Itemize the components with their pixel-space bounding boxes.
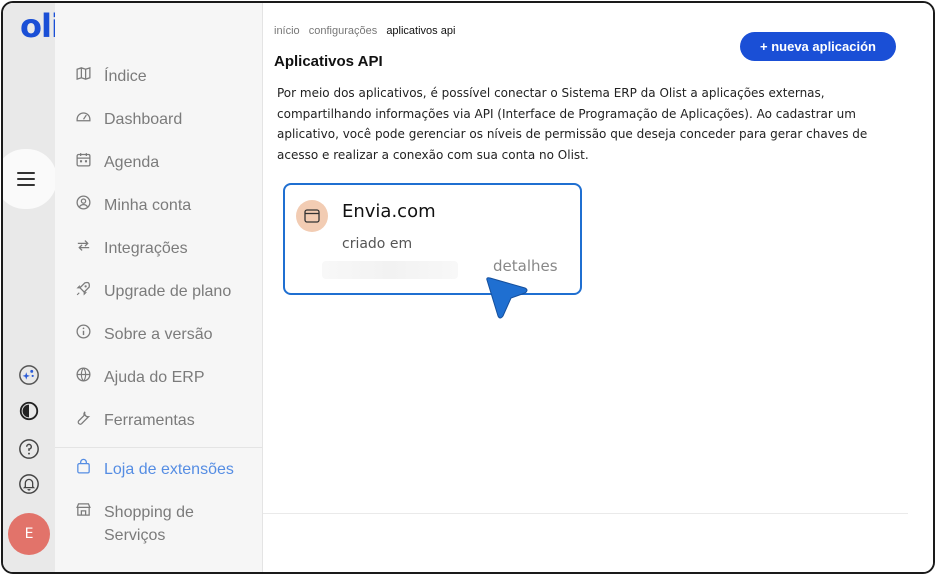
sidebar-item-label: Shopping de Serviços	[104, 504, 194, 544]
sidebar-item-label: Sobre a versão	[104, 326, 213, 343]
hamburger-icon	[17, 172, 35, 186]
help-icon[interactable]	[17, 437, 41, 461]
page-title: Aplicativos API	[274, 53, 383, 70]
breadcrumb-current: aplicativos api	[386, 25, 456, 37]
sidebar-item-label: Índice	[104, 68, 147, 85]
info-icon	[75, 323, 95, 343]
breadcrumb-configuracoes[interactable]: configurações	[309, 25, 378, 37]
icon-rail: olist E	[3, 3, 94, 572]
menu-toggle-button[interactable]	[3, 149, 57, 209]
sidebar-item-shopping-servicos[interactable]: Shopping de Serviços	[75, 501, 215, 547]
arrows-icon	[75, 237, 95, 257]
sidebar-item-indice[interactable]: Índice	[75, 65, 147, 88]
pointer-cursor-icon	[486, 277, 528, 319]
user-icon	[75, 194, 95, 214]
user-avatar[interactable]: E	[8, 513, 50, 555]
app-name: Envia.com	[342, 201, 436, 222]
sidebar-item-loja-extensoes[interactable]: Loja de extensões	[75, 458, 234, 481]
app-created-label: criado em	[342, 236, 413, 252]
sidebar-item-label: Dashboard	[104, 111, 183, 128]
sidebar-item-label: Agenda	[104, 154, 160, 171]
sidebar-item-label: Upgrade de plano	[104, 283, 232, 300]
breadcrumb-inicio[interactable]: início	[274, 25, 300, 37]
sidebar-item-label: Minha conta	[104, 197, 192, 214]
details-link[interactable]: detalhes	[493, 257, 558, 275]
sidebar-item-label: Integrações	[104, 240, 188, 257]
sidebar-item-minha-conta[interactable]: Minha conta	[75, 194, 191, 217]
page-description: Por meio dos aplicativos, é possível con…	[277, 86, 868, 162]
nav-divider	[55, 447, 263, 448]
sidebar-item-dashboard[interactable]: Dashboard	[75, 108, 182, 131]
app-window: olist E Índice Dashboard	[1, 1, 935, 574]
map-icon	[75, 65, 95, 85]
globe-icon	[75, 366, 95, 386]
app-card[interactable]: Envia.com criado em detalhes	[283, 183, 582, 295]
store-icon	[75, 501, 95, 521]
sidebar-item-ferramentas[interactable]: Ferramentas	[75, 409, 195, 432]
sidebar-item-sobre[interactable]: Sobre a versão	[75, 323, 213, 346]
sidebar-item-label: Loja de extensões	[104, 461, 234, 478]
browser-window-icon	[296, 200, 328, 232]
main-content: início configurações aplicativos api Apl…	[263, 3, 933, 572]
sidebar-item-agenda[interactable]: Agenda	[75, 151, 159, 174]
sidebar: Índice Dashboard Agenda Minha conta Inte…	[55, 3, 263, 572]
sparkle-icon[interactable]	[17, 363, 41, 387]
new-application-button[interactable]: + nueva aplicación	[740, 32, 896, 61]
breadcrumb: início configurações aplicativos api	[274, 25, 461, 37]
rocket-icon	[75, 280, 95, 300]
sidebar-item-ajuda[interactable]: Ajuda do ERP	[75, 366, 205, 389]
contrast-icon[interactable]	[17, 399, 41, 423]
bell-icon[interactable]	[17, 472, 41, 496]
redacted-date	[322, 261, 458, 279]
bag-icon	[75, 458, 95, 478]
gauge-icon	[75, 108, 95, 128]
sidebar-item-integracoes[interactable]: Integrações	[75, 237, 188, 260]
sidebar-item-label: Ferramentas	[104, 412, 195, 429]
wrench-icon	[75, 409, 95, 429]
sidebar-item-label: Ajuda do ERP	[104, 369, 205, 386]
sidebar-item-upgrade[interactable]: Upgrade de plano	[75, 280, 231, 303]
calendar-icon	[75, 151, 95, 171]
content-divider	[263, 513, 908, 514]
